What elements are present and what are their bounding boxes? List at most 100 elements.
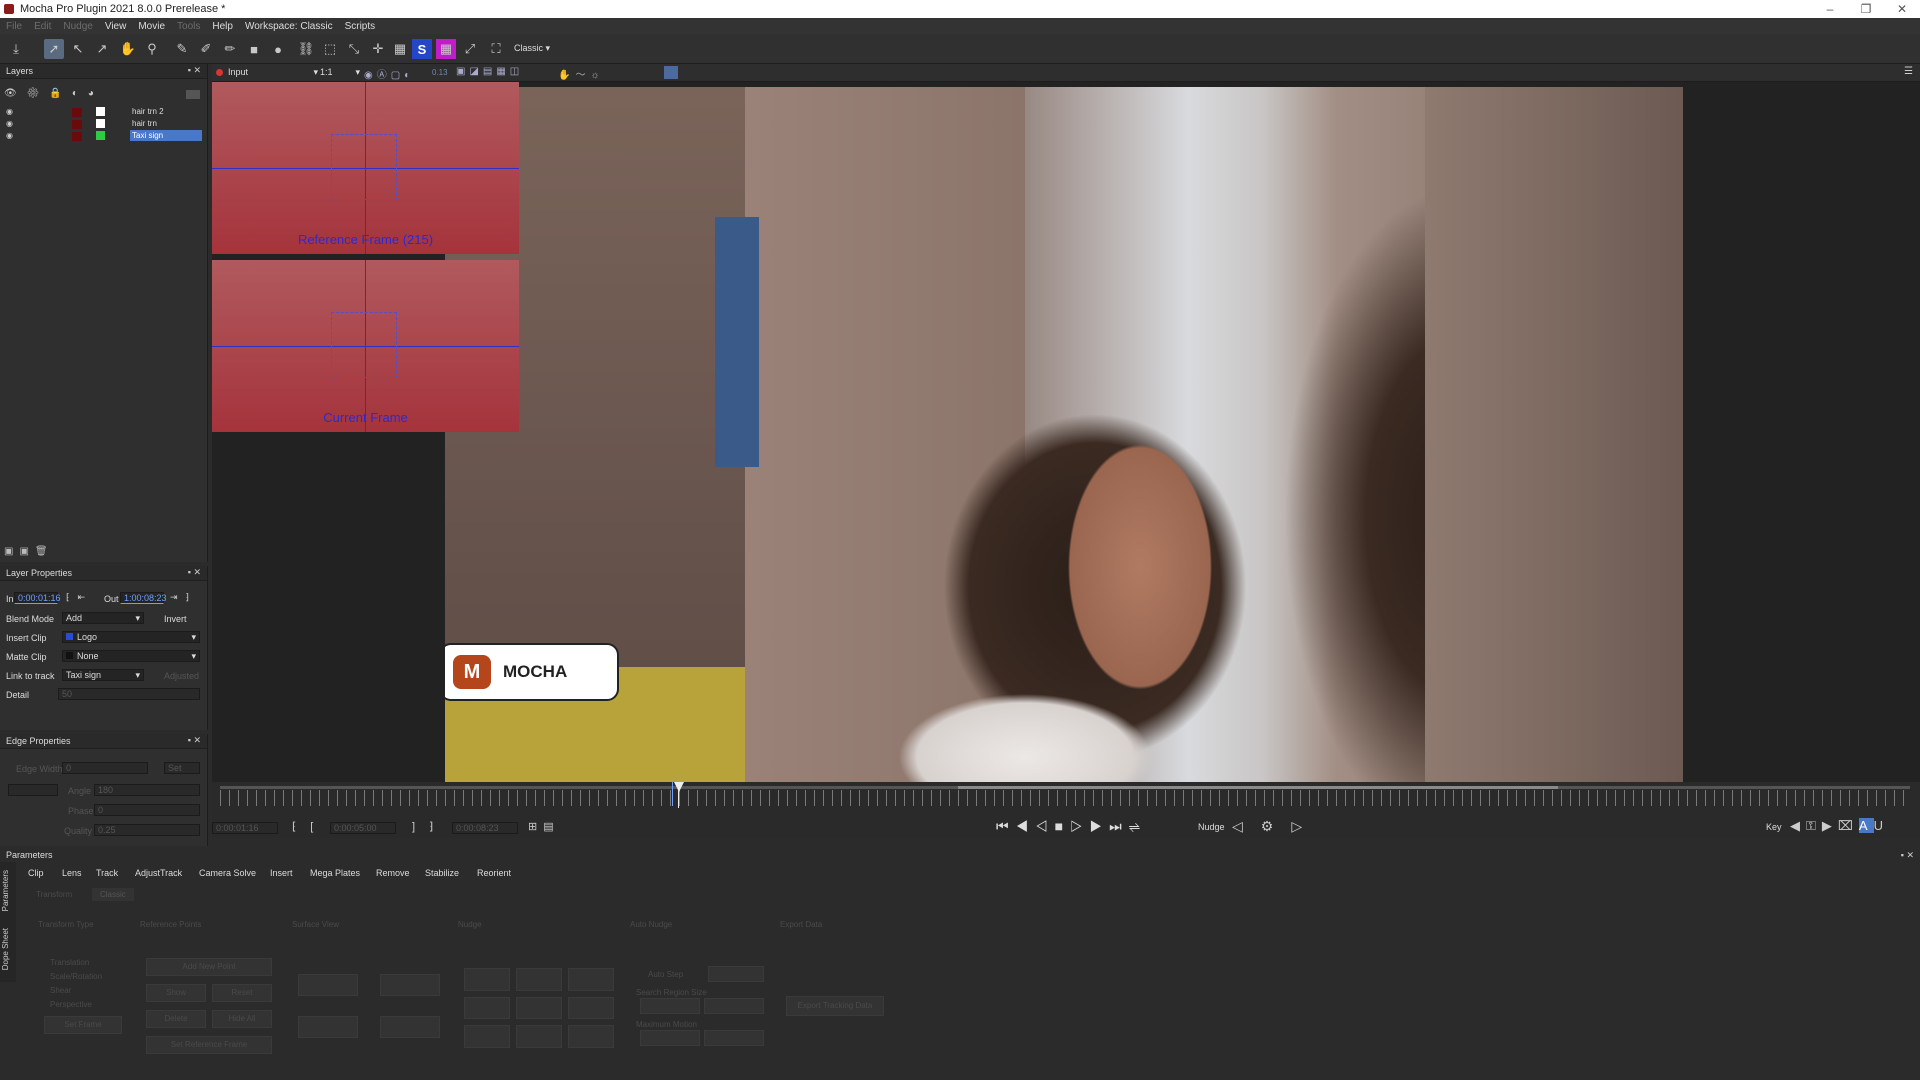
reset-button[interactable]: Reset <box>212 984 272 1002</box>
visibility-eye-icon[interactable]: ◉ <box>6 131 13 140</box>
layer-actions[interactable]: ▣▣🗑 <box>4 546 54 557</box>
surface-toggle-icon[interactable]: S <box>412 39 432 59</box>
menu-scripts[interactable]: Scripts <box>345 21 376 32</box>
visibility-eye-icon[interactable]: ◉ <box>6 119 13 128</box>
menu-movie[interactable]: Movie <box>138 21 165 32</box>
out-point-field[interactable]: 1:00:08:23 <box>120 592 167 604</box>
viewer-menu-icon[interactable]: ☰ <box>1904 66 1913 77</box>
opacity-value[interactable]: 0.13 <box>432 68 448 77</box>
add-new-point-button[interactable]: Add New Point <box>146 958 272 976</box>
move-icon[interactable]: ✛ <box>368 39 388 59</box>
layer-name-selected[interactable]: Taxi sign <box>130 130 202 141</box>
option-shear[interactable]: Shear <box>50 986 71 995</box>
viewer-canvas[interactable]: M MOCHA Reference Frame (215) Current Fr… <box>212 82 1920 785</box>
select-tool-icon[interactable]: ➚ <box>44 39 64 59</box>
tab-insert[interactable]: Insert <box>270 868 293 878</box>
ellipse-tool-icon[interactable]: ● <box>268 39 288 59</box>
edge-set-button[interactable]: Set <box>164 762 200 774</box>
set-reference-frame-button[interactable]: Set Reference Frame <box>146 1036 272 1054</box>
nudge-grid[interactable] <box>464 968 614 1048</box>
pen-bezier-icon[interactable]: ✐ <box>196 39 216 59</box>
matte-clip-select[interactable]: None ▾ <box>62 650 200 662</box>
timeline[interactable] <box>212 782 1920 822</box>
delete-button[interactable]: Delete <box>146 1010 206 1028</box>
tab-mega-plates[interactable]: Mega Plates <box>310 868 360 878</box>
overlay-icons[interactable]: ▣◪▤▦◫ <box>456 66 523 77</box>
transform-icon[interactable]: ⬚ <box>320 39 340 59</box>
set-frame-button[interactable]: Set Frame <box>44 1016 122 1034</box>
link-icon[interactable]: ⛓ <box>296 39 316 59</box>
menu-help[interactable]: Help <box>212 21 233 32</box>
roi-icon[interactable]: ⛶ <box>486 39 506 59</box>
option-translation[interactable]: Translation <box>50 958 89 967</box>
subtab-classic[interactable]: Classic <box>92 888 134 901</box>
option-scale-rotation[interactable]: Scale/Rotation <box>50 972 102 981</box>
panel-close-icon[interactable]: ▪ ✕ <box>188 735 201 746</box>
hide-all-button[interactable]: Hide All <box>212 1010 272 1028</box>
side-tab-parameters[interactable]: Parameters <box>1 870 10 911</box>
restore-icon[interactable]: ❐ <box>1848 2 1884 16</box>
menu-view[interactable]: View <box>105 21 127 32</box>
layer-options-icon[interactable] <box>186 90 200 99</box>
display-icons[interactable]: ✋〜☼ <box>558 66 605 81</box>
panel-close-icon[interactable]: ▪ ✕ <box>188 65 201 76</box>
quality-field[interactable]: 0.25 <box>94 824 200 836</box>
export-tracking-data-button[interactable]: Export Tracking Data <box>786 996 884 1016</box>
menu-tools[interactable]: Tools <box>177 21 200 32</box>
work-area-bar[interactable] <box>958 786 1558 789</box>
auto-step-field[interactable] <box>708 966 764 982</box>
grid-toggle-icon[interactable]: ▦ <box>436 39 456 59</box>
menu-edit[interactable]: Edit <box>34 21 51 32</box>
pen-xspline-icon[interactable]: ✎ <box>172 39 192 59</box>
edge-width-field[interactable]: 0 <box>62 762 148 774</box>
phase-field[interactable]: 0 <box>94 804 200 816</box>
zoom-icon[interactable]: ⚲ <box>142 39 162 59</box>
link-to-track-select[interactable]: Taxi sign ▾ <box>62 669 144 681</box>
option-perspective[interactable]: Perspective <box>50 1000 92 1009</box>
current-timecode[interactable]: 0:00:05:00 <box>330 822 396 834</box>
track-controls[interactable]: ◁⚙▷ <box>1232 818 1320 835</box>
close-icon[interactable]: ✕ <box>1884 2 1920 16</box>
panel-close-icon[interactable]: ▪ ✕ <box>1901 850 1914 861</box>
layer-color-swatch[interactable] <box>96 119 105 128</box>
clip-select[interactable]: Input ▾ <box>228 67 318 77</box>
surface-corner-tl[interactable] <box>298 974 358 996</box>
video-frame[interactable]: M MOCHA <box>445 87 1683 785</box>
pan-hand-icon[interactable]: ✋ <box>118 39 138 59</box>
adjusted-checkbox[interactable]: Adjusted <box>164 671 199 681</box>
save-icon[interactable]: ⤓ <box>6 39 26 59</box>
angle-field[interactable]: 180 <box>94 784 200 796</box>
layer-name[interactable]: hair trn 2 <box>130 106 202 117</box>
max-motion-x[interactable] <box>640 1030 700 1046</box>
playback-controls[interactable]: ⏮◀◁■▷▶⏭⇌ <box>996 818 1147 835</box>
rectangle-tool-icon[interactable]: ■ <box>244 39 264 59</box>
search-region-y[interactable] <box>704 998 764 1014</box>
cache-icons[interactable]: ⊞▤ <box>528 820 560 833</box>
show-button[interactable]: Show <box>146 984 206 1002</box>
in-timecode[interactable]: 0:00:01:16 <box>212 822 278 834</box>
invert-checkbox[interactable]: Invert <box>164 614 187 624</box>
tab-track[interactable]: Track <box>96 868 118 878</box>
surface-corner-tr[interactable] <box>380 974 440 996</box>
tab-stabilize[interactable]: Stabilize <box>425 868 459 878</box>
in-set-buttons[interactable]: ⁅⇤ <box>66 592 93 603</box>
tab-adjust-track[interactable]: AdjustTrack <box>135 868 182 878</box>
mocha-logo-insert[interactable]: M MOCHA <box>445 643 619 701</box>
visibility-eye-icon[interactable]: ◉ <box>6 107 13 116</box>
keyframe-controls[interactable]: ◀⚿▶⌧AU <box>1790 818 1889 834</box>
minimize-icon[interactable]: – <box>1812 2 1848 16</box>
surface-corner-bl[interactable] <box>298 1016 358 1038</box>
panel-close-icon[interactable]: ▪ ✕ <box>188 567 201 578</box>
menu-workspace[interactable]: Workspace: Classic <box>245 21 333 32</box>
menu-file[interactable]: File <box>6 21 22 32</box>
subtab-transform[interactable]: Transform <box>36 890 72 899</box>
out-set-buttons[interactable]: ⇥⁆ <box>170 592 197 603</box>
search-region-x[interactable] <box>640 998 700 1014</box>
blend-mode-select[interactable]: Add ▾ <box>62 612 144 624</box>
fit-view-icon[interactable]: ⤢ <box>460 39 480 59</box>
zoom-select[interactable]: 1:1 ▾ <box>320 67 360 77</box>
tab-reorient[interactable]: Reorient <box>477 868 511 878</box>
out-buttons[interactable]: ]⁆ <box>412 820 447 833</box>
layer-color-swatch[interactable] <box>96 131 105 140</box>
out-timecode[interactable]: 0:00:08:23 <box>452 822 518 834</box>
